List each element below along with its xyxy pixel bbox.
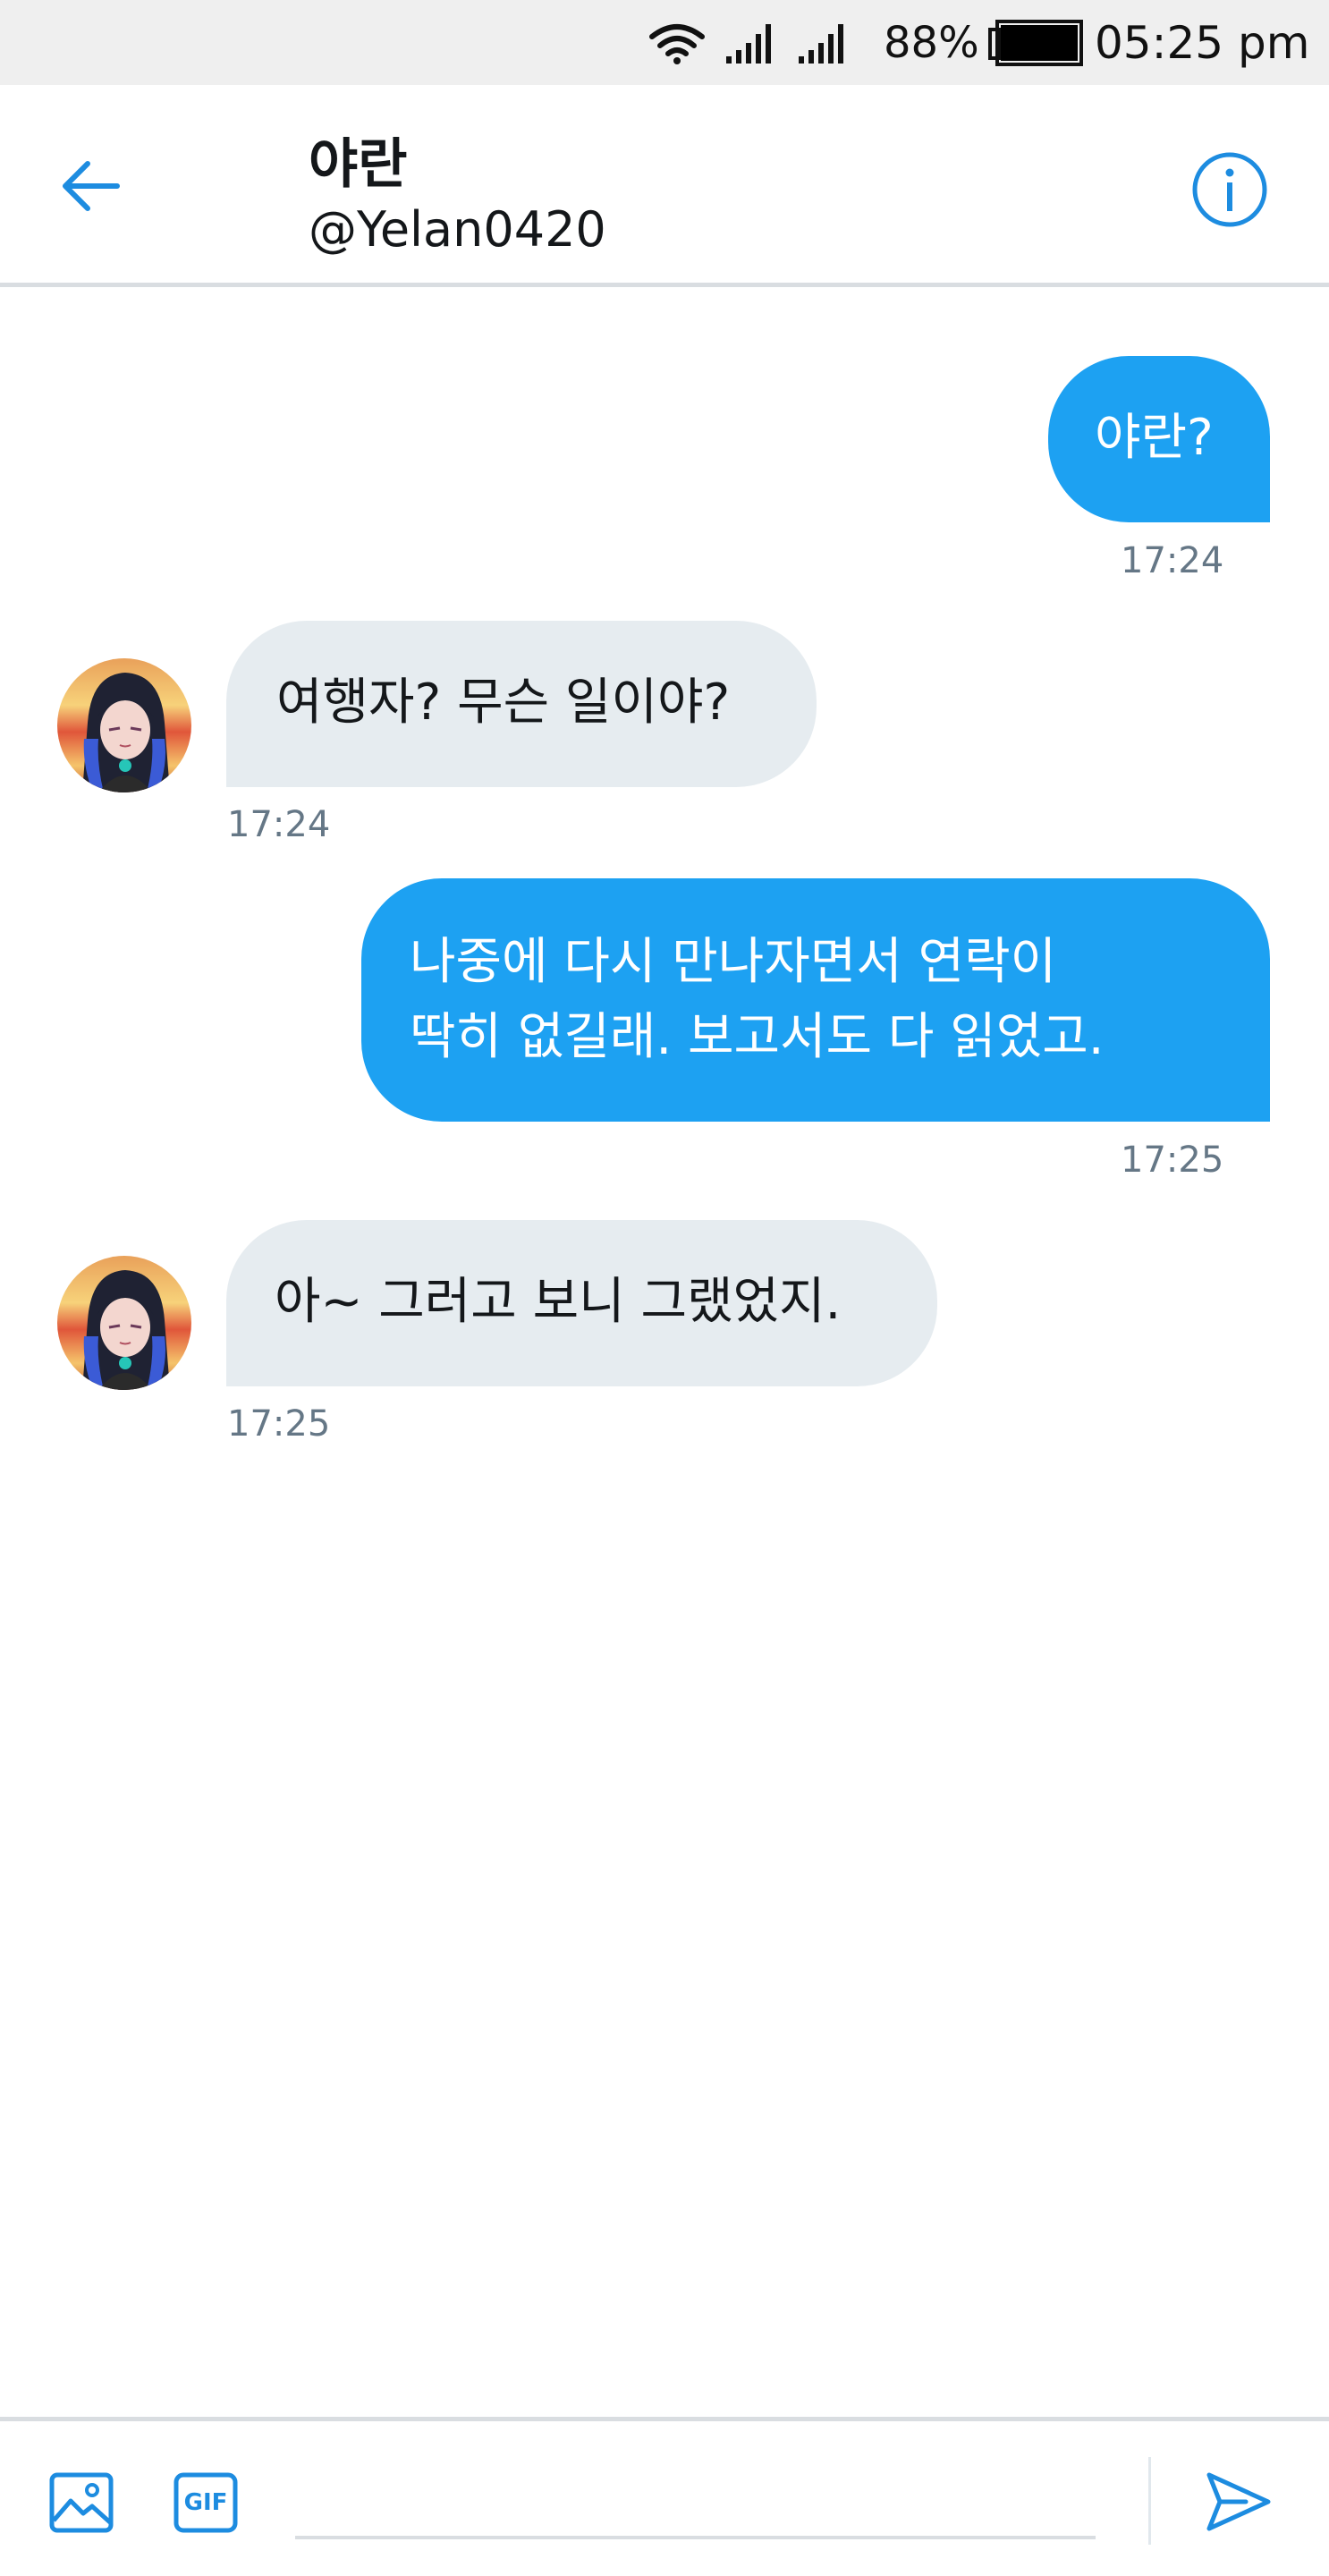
message-bubble-received[interactable]: 아~ 그러고 보니 그랬었지. xyxy=(226,1220,937,1386)
contact-handle: @Yelan0420 xyxy=(309,201,606,258)
gif-label: GIF xyxy=(183,2489,228,2516)
message-text: 여행자? 무슨 일이야? xyxy=(276,674,731,732)
info-button[interactable] xyxy=(1189,149,1270,230)
send-button[interactable] xyxy=(1198,2462,1279,2542)
message-bubble-received[interactable]: 여행자? 무슨 일이야? xyxy=(226,621,817,787)
message-text-line: 나중에 다시 만나자면서 연락이 xyxy=(410,933,1057,991)
conversation-header: 야란 @Yelan0420 xyxy=(0,85,1329,287)
signal-icon xyxy=(799,0,845,85)
composer-divider xyxy=(1148,2457,1151,2545)
message-text: 아~ 그러고 보니 그랬었지. xyxy=(275,1273,842,1331)
battery-percent: 88% xyxy=(884,17,979,68)
status-bar: 88% 05:25 pm xyxy=(0,0,1329,85)
message-text: 야란? xyxy=(1095,409,1214,467)
message-timestamp: 17:25 xyxy=(1121,1140,1224,1181)
message-input[interactable] xyxy=(295,2457,1096,2539)
image-icon xyxy=(49,2472,114,2533)
battery-icon xyxy=(988,0,1083,85)
arrow-left-icon xyxy=(63,161,120,211)
message-timestamp: 17:24 xyxy=(227,804,331,845)
back-button[interactable] xyxy=(54,155,125,217)
message-text-line: 딱히 없길래. 보고서도 다 읽었고. xyxy=(410,1008,1105,1066)
info-icon xyxy=(1192,152,1267,227)
send-icon xyxy=(1206,2472,1271,2531)
status-time: 05:25 pm xyxy=(1095,16,1310,69)
signal-icon xyxy=(726,0,773,85)
message-bubble-sent[interactable]: 나중에 다시 만나자면서 연락이 딱히 없길래. 보고서도 다 읽었고. xyxy=(361,878,1270,1122)
message-timestamp: 17:24 xyxy=(1121,540,1224,581)
avatar[interactable] xyxy=(57,1256,191,1390)
avatar[interactable] xyxy=(57,658,191,792)
message-bubble-sent[interactable]: 야란? xyxy=(1048,356,1270,522)
message-composer: GIF xyxy=(0,2417,1329,2576)
add-gif-button[interactable]: GIF xyxy=(172,2469,240,2537)
add-image-button[interactable] xyxy=(47,2469,115,2537)
wifi-icon xyxy=(649,0,705,85)
contact-name: 야란 xyxy=(309,133,408,196)
message-timestamp: 17:25 xyxy=(227,1403,331,1445)
